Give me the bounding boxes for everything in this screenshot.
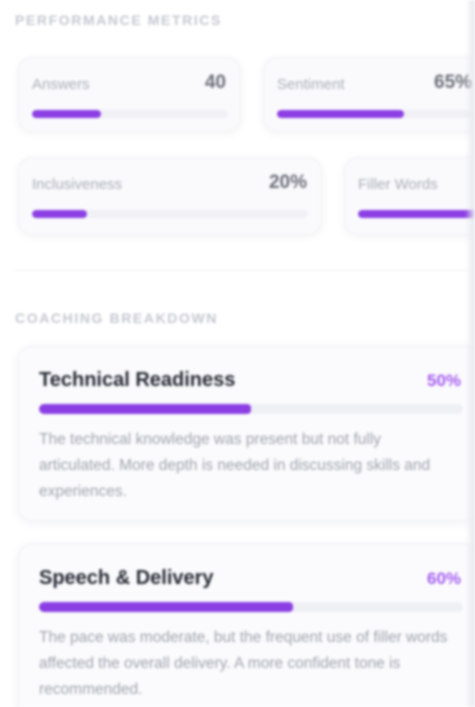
metric-label-inclusiveness: Inclusiveness [32,176,123,193]
metric-label-filler-words: Filler Words [358,176,438,193]
coaching-card-technical-readiness: Technical Readiness 50% The technical kn… [18,346,475,521]
coaching-breakdown-heading: COACHING BREAKDOWN [15,310,219,326]
metric-label-sentiment: Sentiment [277,76,345,93]
metric-progress-filler-words [358,210,475,218]
metric-card-answers: Answers 40 [18,57,241,132]
coaching-progress-fill-speech-delivery [39,602,294,612]
coaching-score-technical-readiness: 50% [427,371,462,390]
coaching-description-speech-delivery: The pace was moderate, but the frequent … [39,629,448,698]
metric-progress-inclusiveness [32,210,308,218]
metric-card-sentiment: Sentiment 65% [263,57,475,132]
metric-progress-fill-filler-words [358,210,475,218]
metric-progress-fill-answers [32,110,101,118]
metric-card-filler-words: Filler Words [344,157,475,235]
metric-label-answers: Answers [32,76,90,93]
coaching-description-technical-readiness: The technical knowledge was present but … [39,431,431,500]
metric-value-sentiment: 65% [434,72,473,93]
interview-report-panel: PERFORMANCE METRICS Answers 40 Sentiment… [0,0,475,707]
coaching-card-speech-delivery: Speech & Delivery 60% The pace was moder… [18,544,475,707]
coaching-score-speech-delivery: 60% [427,569,462,588]
metric-progress-fill-sentiment [277,110,404,118]
metric-progress-answers [32,110,228,118]
performance-metrics-heading: PERFORMANCE METRICS [15,12,222,28]
metric-progress-sentiment [277,110,472,118]
metric-card-inclusiveness: Inclusiveness 20% [18,157,322,235]
coaching-title-technical-readiness: Technical Readiness [39,369,236,391]
metric-value-inclusiveness: 20% [268,172,307,193]
metric-value-answers: 40 [204,72,226,93]
coaching-progress-speech-delivery [39,602,463,612]
coaching-progress-fill-technical-readiness [39,404,251,414]
coaching-title-speech-delivery: Speech & Delivery [39,567,214,589]
metric-progress-fill-inclusiveness [32,210,88,218]
coaching-progress-technical-readiness [39,404,463,414]
section-divider [15,270,475,271]
